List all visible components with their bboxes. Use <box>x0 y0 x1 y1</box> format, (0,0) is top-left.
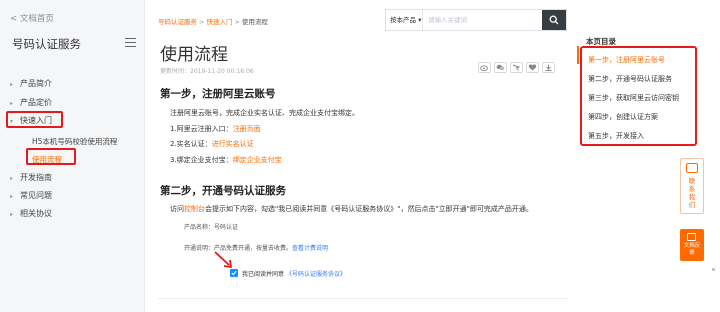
billing-info-link[interactable]: 查看计费说明 <box>292 245 328 252</box>
sidebar-title: 号码认证服务 <box>12 37 81 51</box>
wechat-icon[interactable] <box>494 62 507 73</box>
toc-item-step5[interactable]: 第五步，开发接入 <box>588 131 644 141</box>
toc-active-indicator <box>577 46 579 64</box>
register-page-link[interactable]: 注册页面 <box>233 125 261 133</box>
agree-checkbox[interactable] <box>230 269 238 277</box>
search-button[interactable] <box>542 10 566 30</box>
step1-intro: 注册阿里云账号，完成企业实名认证、完成企业支付宝绑定。 <box>170 109 359 117</box>
edit-icon <box>687 233 696 241</box>
share-toolbar <box>478 62 555 73</box>
toc-item-step1[interactable]: 第一步，注册阿里云账号 <box>588 55 665 65</box>
step1-line3: 3.绑定企业支付宝：绑定企业支付宝 <box>170 156 282 164</box>
agree-text: 我已阅读并同意 《号码认证服务协议》 <box>242 271 346 278</box>
search-bar: 按本产品 ▾ <box>385 9 567 31</box>
step2-intro: 访问控制台会提示如下内容，勾选"我已阅读并同意《号码认证服务协议》"，然后点击"… <box>170 205 533 213</box>
caret-right-icon: ▸ <box>10 81 14 88</box>
caret-right-icon: ▸ <box>10 175 14 182</box>
search-scope-select[interactable]: 按本产品 ▾ <box>386 10 423 30</box>
sidebar-item-agreements[interactable]: ▸ 相关协议 <box>0 208 52 224</box>
caret-right-icon: ▸ <box>10 100 14 107</box>
billing-note: 开通说明：产品免费开通，按量去收费。查看计费说明 <box>184 245 329 252</box>
favorite-heart-icon[interactable] <box>526 62 539 73</box>
content-divider <box>158 298 568 299</box>
console-link[interactable]: 控制台 <box>184 205 205 213</box>
toc-item-step3[interactable]: 第三步，获取阿里云访问密钥 <box>588 93 679 103</box>
highlight-box-usage-flow <box>26 148 76 165</box>
highlight-box-quickstart <box>6 111 63 128</box>
step2-heading: 第二步，开通号码认证服务 <box>160 185 286 197</box>
main-content: 号码认证服务>快速入门>使用流程 按本产品 ▾ 使用流程 更新时间：2019-1… <box>158 0 568 312</box>
real-name-auth-link[interactable]: 进行实名认证 <box>212 140 254 148</box>
contact-icon <box>686 163 698 173</box>
service-agreement-link[interactable]: 《号码认证服务协议》 <box>286 271 346 278</box>
sidebar-item-dev-guide[interactable]: ▸ 开发指南 <box>0 172 52 188</box>
sidebar-subitem-h5-verify[interactable]: H5本机号码校验使用流程 <box>32 136 117 147</box>
toc-item-step2[interactable]: 第二步，开通号码认证服务 <box>588 74 672 84</box>
step1-heading: 第一步，注册阿里云账号 <box>160 88 276 100</box>
check-icon <box>231 270 237 276</box>
download-icon[interactable] <box>542 62 555 73</box>
update-time: 更新时间：2019-11-20 00:16:06 <box>160 68 254 75</box>
doc-feedback-label: 文档反馈 <box>683 243 701 256</box>
docs-page: < 文档首页 号码认证服务 ▸ 产品简介 ▸ 产品定价 ▾ 快速入门 H5本机号码校验… <box>0 0 720 312</box>
sidebar-item-faq[interactable]: ▸ 常见问题 <box>0 190 52 206</box>
red-arrow-annotation <box>214 251 233 269</box>
bind-alipay-link[interactable]: 绑定企业支付宝 <box>233 156 282 164</box>
contact-us-button[interactable]: 联系我们 <box>680 158 704 214</box>
contact-us-label: 联系我们 <box>688 177 696 209</box>
toc-highlight-box: 第一步，注册阿里云账号 第二步，开通号码认证服务 第三步，获取阿里云访问密钥 第… <box>580 46 697 146</box>
breadcrumb-item-current: 使用流程 <box>241 18 268 26</box>
breadcrumb: 号码认证服务 > 快速入门 > 使用流程 <box>158 18 268 26</box>
caret-right-icon: ▸ <box>10 193 14 200</box>
print-icon[interactable] <box>510 62 523 73</box>
step1-line1: 1.阿里云注册入口：注册页面 <box>170 125 261 133</box>
search-icon <box>549 15 559 25</box>
search-input[interactable] <box>428 10 536 30</box>
menu-icon[interactable] <box>125 38 136 47</box>
weibo-icon[interactable] <box>478 62 491 73</box>
doc-feedback-button[interactable]: 文档反馈 <box>680 229 704 261</box>
breadcrumb-item-product[interactable]: 号码认证服务 <box>158 18 197 26</box>
sidebar: < 文档首页 号码认证服务 ▸ 产品简介 ▸ 产品定价 ▾ 快速入门 H5本机号码校验… <box>0 0 145 312</box>
product-name-label: 产品名称：号码认证 <box>184 224 239 231</box>
corner-dot <box>712 268 715 271</box>
step1-line2: 2.实名认证：进行实名认证 <box>170 140 254 148</box>
page-title: 使用流程 <box>160 45 228 65</box>
toc-item-step4[interactable]: 第四步，创建认证方案 <box>588 112 658 122</box>
sidebar-item-product-intro[interactable]: ▸ 产品简介 <box>0 78 52 94</box>
back-to-docs-home-link[interactable]: < 文档首页 <box>10 12 54 24</box>
breadcrumb-item-quickstart[interactable]: 快速入门 <box>206 18 232 26</box>
caret-right-icon: ▸ <box>10 211 14 218</box>
